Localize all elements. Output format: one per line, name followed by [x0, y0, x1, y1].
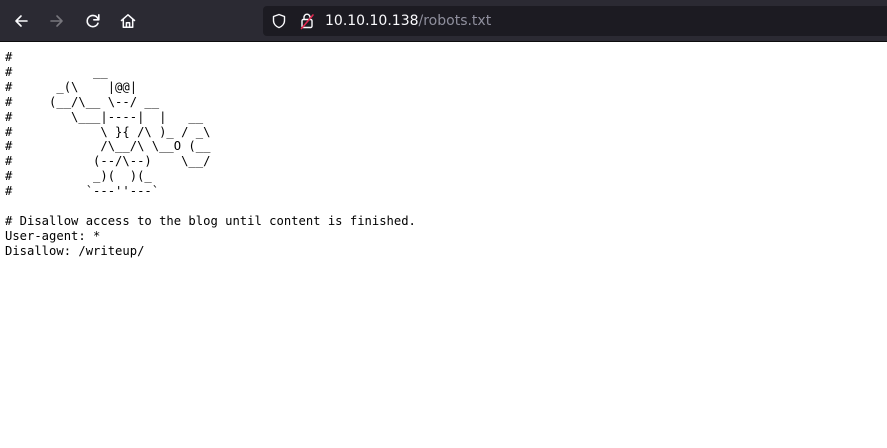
robots-txt-content: # # __ # _(\ |@@| # (__/\__ \--/ __ # \_…	[5, 50, 416, 258]
reload-button[interactable]	[79, 7, 107, 35]
back-button[interactable]	[7, 7, 35, 35]
url-text[interactable]: 10.10.10.138/robots.txt	[325, 12, 491, 30]
shield-icon[interactable]	[271, 13, 287, 29]
arrow-right-icon	[48, 12, 66, 30]
forward-button[interactable]	[43, 7, 71, 35]
url-path: /robots.txt	[418, 13, 492, 29]
arrow-left-icon	[12, 12, 30, 30]
browser-toolbar: 10.10.10.138/robots.txt	[0, 0, 887, 42]
insecure-lock-icon[interactable]	[299, 12, 315, 30]
address-bar[interactable]: 10.10.10.138/robots.txt	[263, 6, 887, 36]
home-button[interactable]	[114, 7, 142, 35]
reload-icon	[84, 12, 102, 30]
home-icon	[119, 12, 137, 30]
url-host: 10.10.10.138	[325, 13, 419, 29]
